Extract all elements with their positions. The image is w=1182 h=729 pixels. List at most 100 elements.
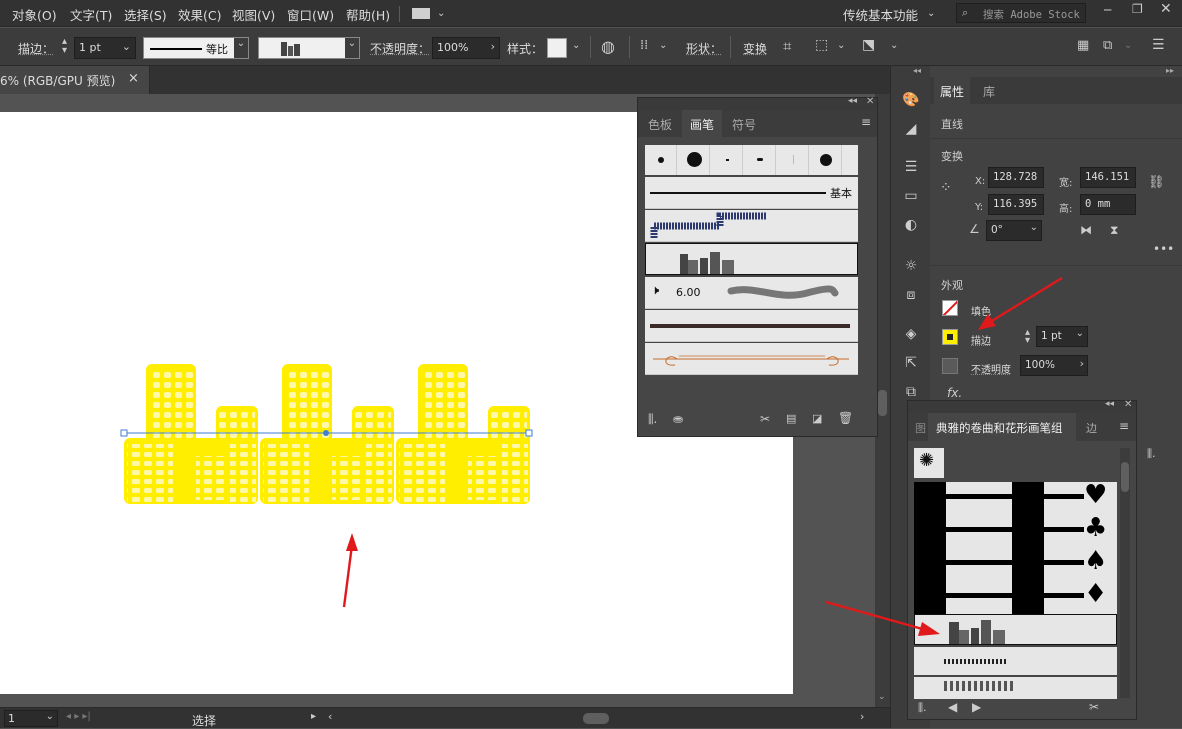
chevron-down-icon[interactable]: ⌄ bbox=[46, 711, 54, 722]
chevron-right-icon[interactable]: › bbox=[1080, 357, 1084, 370]
brush-library-icon[interactable]: ⫼. bbox=[1147, 447, 1156, 461]
chevron-down-icon[interactable]: ⌄ bbox=[927, 8, 935, 19]
ornament-brush-row[interactable]: ♠ bbox=[914, 546, 1117, 581]
workspace-switcher[interactable]: 传统基本功能 bbox=[843, 5, 918, 24]
transparency-icon[interactable]: ◐ bbox=[902, 216, 920, 234]
ornament-brush-row[interactable]: ♣ bbox=[914, 513, 1117, 548]
next-library-icon[interactable]: ▶ bbox=[972, 700, 981, 714]
prev-artboard-icon[interactable]: ◂ ▸ ▸| bbox=[66, 711, 91, 722]
menu-help[interactable]: 帮助(H) bbox=[346, 5, 390, 24]
document-tab[interactable]: 6% (RGB/GPU 预览) × bbox=[0, 66, 150, 94]
brush-swatch[interactable] bbox=[744, 145, 776, 175]
transform-link[interactable]: 变换 bbox=[743, 40, 767, 57]
brush-ornament[interactable] bbox=[645, 343, 858, 375]
remove-brush-icon[interactable]: ✂ bbox=[1089, 700, 1099, 714]
brush-library-icon[interactable]: ⫼. bbox=[918, 701, 927, 715]
flip-horizontal-icon[interactable]: ⧓ bbox=[1080, 223, 1092, 237]
previous-library-icon[interactable]: ◀ bbox=[948, 700, 957, 714]
chevron-down-icon[interactable]: ⌄ bbox=[1030, 222, 1038, 233]
graphic-styles-icon[interactable]: ⧈ bbox=[902, 286, 920, 304]
recolor-artwork-icon[interactable]: ◍ bbox=[601, 37, 615, 56]
fill-swatch[interactable] bbox=[942, 300, 958, 316]
close-tab-icon[interactable]: × bbox=[128, 71, 139, 86]
brush-swatch[interactable] bbox=[678, 145, 710, 175]
brush-pattern-border[interactable] bbox=[645, 210, 858, 242]
tab-overflow-right[interactable]: 边 bbox=[1086, 420, 1097, 436]
status-menu-icon[interactable]: ▸ bbox=[311, 711, 316, 722]
chevron-down-icon[interactable]: ⌄ bbox=[1076, 328, 1084, 339]
scrollbar-thumb[interactable] bbox=[1121, 462, 1129, 492]
layers-icon[interactable]: ◈ bbox=[902, 325, 920, 343]
opacity-field[interactable]: 100% › bbox=[432, 37, 500, 59]
chevron-down-icon[interactable]: ⌄ bbox=[572, 40, 580, 51]
chevron-right-icon[interactable]: › bbox=[491, 40, 495, 53]
grid-layout-icon[interactable]: ▦ bbox=[1077, 38, 1089, 53]
chevron-down-icon[interactable]: ⌄ bbox=[1124, 40, 1132, 51]
chevron-down-icon[interactable]: ⌄ bbox=[122, 40, 131, 53]
panel-menu-icon[interactable]: ☰ bbox=[1152, 37, 1165, 53]
new-brush-icon[interactable]: ◪ bbox=[812, 412, 822, 425]
opacity-label[interactable]: 不透明度： bbox=[370, 40, 430, 57]
brush-swatch[interactable] bbox=[645, 145, 677, 175]
chevron-down-icon[interactable]: ⌄ bbox=[659, 40, 667, 51]
chevron-down-icon[interactable]: ⌄ bbox=[345, 38, 359, 58]
menu-type[interactable]: 文字(T) bbox=[70, 5, 112, 24]
anchor-point[interactable] bbox=[120, 429, 128, 437]
arrange-icon[interactable]: ⧉ bbox=[1103, 38, 1112, 53]
chevron-down-icon[interactable]: ⌄ bbox=[234, 38, 248, 58]
brush-swatch[interactable] bbox=[711, 145, 743, 175]
panel-header[interactable]: ◂◂ ✕ bbox=[908, 399, 1136, 413]
constrain-proportions-icon[interactable]: ⛓ bbox=[1148, 175, 1165, 190]
width-field[interactable]: 146.151 bbox=[1080, 167, 1136, 188]
panel-menu-icon[interactable]: ≡ bbox=[861, 115, 871, 129]
stroke-swatch[interactable] bbox=[942, 329, 958, 345]
minimize-icon[interactable]: ─ bbox=[1104, 3, 1111, 17]
y-field[interactable]: 116.395 bbox=[988, 194, 1044, 215]
scrollbar-thumb[interactable] bbox=[878, 390, 887, 416]
tab-brushes[interactable]: 画笔 bbox=[682, 110, 722, 137]
menu-select[interactable]: 选择(S) bbox=[124, 5, 167, 24]
pattern-brush-row[interactable] bbox=[914, 677, 1117, 699]
city-skyline-artwork[interactable] bbox=[118, 360, 536, 510]
gradient-icon[interactable]: ◢ bbox=[902, 120, 920, 138]
remove-stroke-icon[interactable]: ✂ bbox=[760, 412, 770, 426]
gradient-panel-icon[interactable]: ▭ bbox=[902, 187, 920, 205]
brush-chalk[interactable] bbox=[645, 310, 858, 342]
stepper-icon[interactable]: ▴ ▾ bbox=[62, 37, 67, 56]
variable-width-profile[interactable]: 等比 ⌄ bbox=[143, 37, 249, 59]
appearance-icon[interactable]: ☼ bbox=[902, 257, 920, 275]
chevron-down-icon[interactable]: ⌄ bbox=[878, 692, 886, 702]
ornament-brush-row[interactable]: ♥ bbox=[914, 480, 1117, 515]
libraries-panel-icon[interactable]: ⛂ bbox=[673, 412, 683, 426]
reference-point-icon[interactable]: ⁘ bbox=[940, 180, 952, 196]
scroll-right-icon[interactable]: › bbox=[860, 710, 864, 723]
isolate-icon[interactable]: ⬔ bbox=[862, 37, 875, 53]
export-icon[interactable]: ⇱ bbox=[902, 354, 920, 372]
library-scrollbar[interactable] bbox=[1120, 448, 1130, 698]
fx-icon[interactable]: fx. bbox=[947, 386, 962, 400]
menu-window[interactable]: 窗口(W) bbox=[287, 5, 334, 24]
collapse-icon[interactable]: ◂◂ bbox=[913, 66, 921, 75]
close-icon[interactable]: ✕ bbox=[866, 96, 874, 107]
tab-overflow-left[interactable]: 图 bbox=[915, 420, 926, 436]
horizontal-scrollbar-thumb[interactable] bbox=[583, 713, 609, 724]
height-field[interactable]: 0 mm bbox=[1080, 194, 1136, 215]
stroke-weight-field[interactable]: 1 pt ⌄ bbox=[74, 37, 136, 59]
tab-symbols[interactable]: 符号 bbox=[732, 116, 756, 133]
chevron-down-icon[interactable]: ⌄ bbox=[837, 40, 845, 51]
menu-effect[interactable]: 效果(C) bbox=[178, 5, 221, 24]
x-field[interactable]: 128.728 bbox=[988, 167, 1044, 188]
stock-search-input[interactable]: ⌕ 搜索 Adobe Stock bbox=[956, 3, 1086, 23]
tab-libraries[interactable]: 库 bbox=[983, 83, 995, 100]
anchor-point[interactable] bbox=[525, 429, 533, 437]
style-swatch[interactable] bbox=[547, 38, 567, 58]
align-icon[interactable]: ⁞⁞ bbox=[640, 38, 648, 53]
chevron-down-icon[interactable]: ⌄ bbox=[890, 40, 898, 51]
stroke-label[interactable]: 描边 bbox=[971, 332, 991, 347]
panel-header[interactable]: ◂◂ ✕ bbox=[638, 96, 877, 110]
opacity-field[interactable]: 100% › bbox=[1020, 355, 1088, 376]
center-point[interactable] bbox=[323, 430, 329, 436]
close-icon[interactable]: ✕ bbox=[1160, 1, 1172, 17]
brush-city-selected[interactable] bbox=[645, 243, 858, 275]
menu-view[interactable]: 视图(V) bbox=[232, 5, 275, 24]
